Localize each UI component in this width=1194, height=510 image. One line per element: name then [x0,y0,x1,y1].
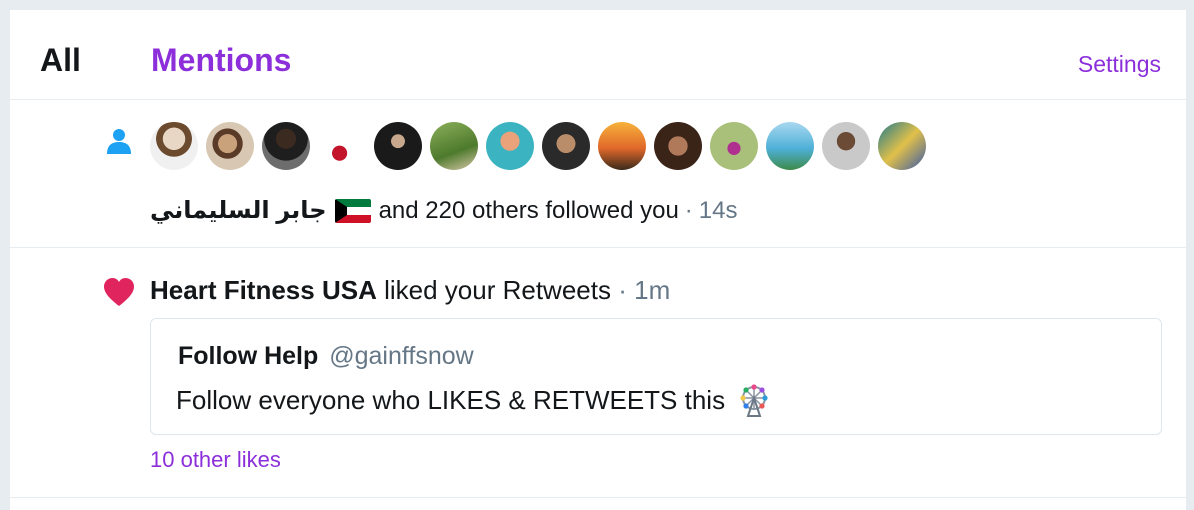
tweet-author[interactable]: Follow Help [178,342,318,370]
follower-name[interactable]: جابر السليماني [150,196,327,225]
avatar[interactable] [374,122,422,170]
kuwait-flag-icon [334,198,371,223]
follow-text: and 220 others followed you [378,196,679,224]
avatar[interactable] [150,122,198,170]
avatar[interactable] [318,122,366,170]
notifications-tabs: All Mentions Settings [10,10,1186,100]
settings-link[interactable]: Settings [1078,51,1161,78]
follow-summary: جابر السليماني and 220 others followed y… [150,196,738,225]
separator-dot: · [618,275,627,305]
timestamp[interactable]: 1m [634,275,670,305]
avatar[interactable] [654,122,702,170]
heart-icon [104,278,134,306]
follow-notification[interactable]: جابر السليماني and 220 others followed y… [10,100,1186,248]
separator-dot: · [684,196,693,224]
avatar[interactable] [822,122,870,170]
tweet-text: Follow everyone who LIKES & RETWEETS thi… [176,384,726,415]
tweet-body: Follow everyone who LIKES & RETWEETS thi… [176,383,771,417]
like-notification[interactable]: Heart Fitness USA liked your Retweets · … [10,248,1186,498]
other-likes-link[interactable]: 10 other likes [150,447,281,473]
avatar[interactable] [486,122,534,170]
avatar[interactable] [710,122,758,170]
avatar[interactable] [542,122,590,170]
tweet-handle[interactable]: @gainffsnow [329,342,473,370]
avatar[interactable] [766,122,814,170]
notifications-panel: All Mentions Settings جابر السليماني and… [10,10,1186,510]
like-action: liked your Retweets [384,275,611,305]
like-summary: Heart Fitness USA liked your Retweets · … [150,275,670,306]
timestamp[interactable]: 14s [699,197,738,225]
tab-mentions[interactable]: Mentions [151,42,291,79]
quoted-tweet[interactable]: Follow Help @gainffsnow Follow everyone … [150,318,1162,435]
liker-name[interactable]: Heart Fitness USA [150,275,377,305]
person-icon [107,129,131,154]
follower-avatars [150,122,926,170]
avatar[interactable] [430,122,478,170]
avatar[interactable] [262,122,310,170]
tweet-header: Follow Help @gainffsnow [178,342,474,371]
avatar[interactable] [598,122,646,170]
ferris-wheel-icon [740,384,768,417]
tab-all[interactable]: All [40,42,81,79]
avatar[interactable] [878,122,926,170]
avatar[interactable] [206,122,254,170]
